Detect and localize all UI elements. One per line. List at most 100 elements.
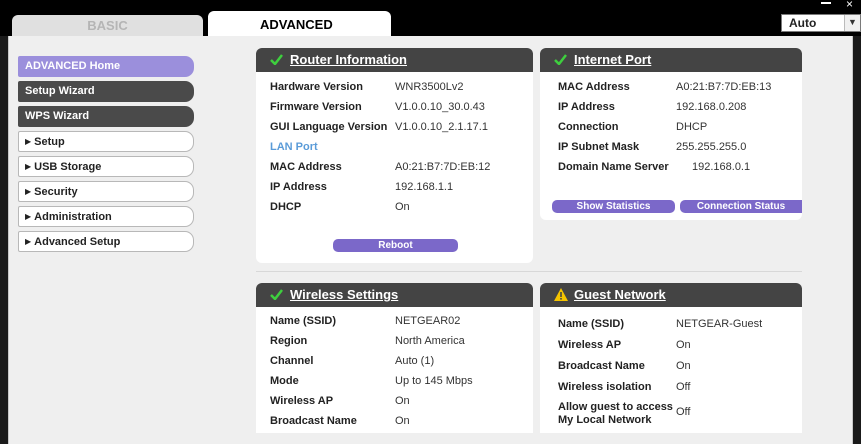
row-label: DHCP — [270, 201, 302, 213]
guest-network-header: Guest Network — [540, 283, 802, 307]
wireless-settings-title[interactable]: Wireless Settings — [290, 287, 398, 302]
internet-row-mac: MAC Address A0:21:B7:7D:EB:13 — [558, 77, 802, 97]
side-menu: ADVANCED Home Setup Wizard WPS Wizard ▶ S… — [18, 56, 194, 256]
triangle-right-icon: ▶ — [25, 237, 32, 246]
language-select[interactable]: Auto ▼ — [781, 14, 861, 32]
internet-port-panel: Internet Port MAC Address A0:21:B7:7D:EB:… — [540, 48, 802, 220]
internet-row-subnet: IP Subnet Mask 255.255.255.0 — [558, 137, 802, 157]
row-value: 192.168.0.208 — [676, 101, 747, 113]
row-value: On — [395, 415, 410, 427]
row-value: 192.168.1.1 — [395, 181, 454, 193]
guest-row-isolation: Wireless isolation Off — [558, 377, 802, 398]
row-label: IP Address — [558, 101, 615, 113]
internet-row-connection: Connection DHCP — [558, 117, 802, 137]
menu-wps-wizard[interactable]: WPS Wizard — [18, 106, 194, 127]
allow-access-label-line2: My Local Network — [558, 414, 652, 426]
triangle-right-icon: ▶ — [25, 212, 32, 221]
row-label: GUI Language Version — [270, 121, 388, 133]
show-statistics-button[interactable]: Show Statistics — [552, 200, 675, 213]
triangle-right-icon: ▶ — [25, 187, 32, 196]
row-label: Channel — [270, 355, 314, 367]
guest-row-broadcast: Broadcast Name On — [558, 356, 802, 377]
check-icon — [270, 289, 283, 300]
row-label: Name (SSID) — [270, 315, 337, 327]
row-label: Wireless AP — [270, 395, 334, 407]
row-value: Off — [676, 406, 691, 418]
warning-icon — [554, 288, 568, 301]
menu-security[interactable]: ▶ Security — [18, 181, 194, 202]
right-frame-border — [853, 36, 861, 444]
row-value: Up to 145 Mbps — [395, 375, 473, 387]
router-row-ip: IP Address 192.168.1.1 — [270, 177, 533, 197]
router-information-title[interactable]: Router Information — [290, 52, 407, 67]
guest-row-ssid: Name (SSID) NETGEAR-Guest — [558, 314, 802, 335]
menu-usb-storage[interactable]: ▶ USB Storage — [18, 156, 194, 177]
minimize-icon[interactable] — [821, 2, 831, 4]
guest-network-panel: Guest Network Name (SSID) NETGEAR-Guest W… — [540, 283, 802, 433]
row-label: Allow guest to access My Local Network — [558, 401, 673, 427]
row-value: NETGEAR02 — [395, 315, 461, 327]
wireless-settings-header: Wireless Settings — [256, 283, 533, 307]
row-value: V1.0.0.10_2.1.17.1 — [395, 121, 488, 133]
internet-port-title[interactable]: Internet Port — [574, 52, 651, 67]
connection-status-button[interactable]: Connection Status — [680, 200, 802, 213]
internet-row-dns: Domain Name Server 192.168.0.1 — [558, 157, 802, 177]
wireless-row-ssid: Name (SSID) NETGEAR02 — [270, 311, 533, 331]
left-frame-border — [0, 36, 8, 444]
wireless-settings-panel: Wireless Settings Name (SSID) NETGEAR02 R… — [256, 283, 533, 433]
menu-setup[interactable]: ▶ Setup — [18, 131, 194, 152]
row-label: Wireless isolation — [558, 381, 652, 393]
allow-access-label-line1: Allow guest to access — [558, 401, 673, 413]
menu-administration[interactable]: ▶ Administration — [18, 206, 194, 227]
tab-basic[interactable]: BASIC — [12, 15, 203, 36]
lan-port-heading: LAN Port — [270, 141, 318, 153]
row-value: On — [395, 395, 410, 407]
guest-network-title[interactable]: Guest Network — [574, 287, 666, 302]
menu-setup-wizard[interactable]: Setup Wizard — [18, 81, 194, 102]
check-icon — [554, 54, 567, 65]
language-selected-value: Auto — [789, 16, 817, 30]
triangle-right-icon: ▶ — [25, 162, 32, 171]
wireless-row-region: Region North America — [270, 331, 533, 351]
top-tab-bar: BASIC ADVANCED × Auto ▼ — [0, 0, 861, 36]
row-value: 192.168.0.1 — [692, 161, 751, 173]
internet-port-header: Internet Port — [540, 48, 802, 72]
menu-setup-label: Setup — [34, 136, 65, 148]
row-label: Region — [270, 335, 308, 347]
tab-advanced[interactable]: ADVANCED — [208, 11, 391, 36]
row-value: A0:21:B7:7D:EB:12 — [395, 161, 491, 173]
row-value: Off — [676, 381, 691, 393]
row-value: On — [395, 201, 410, 213]
reboot-button[interactable]: Reboot — [333, 239, 458, 252]
router-row-dhcp: DHCP On — [270, 197, 533, 217]
router-row-hardware: Hardware Version WNR3500Lv2 — [270, 77, 533, 97]
row-value: Auto (1) — [395, 355, 435, 367]
wireless-row-broadcast: Broadcast Name On — [270, 411, 533, 431]
row-label: IP Address — [270, 181, 327, 193]
router-information-header: Router Information — [256, 48, 533, 72]
row-value: V1.0.0.10_30.0.43 — [395, 101, 485, 113]
row-label: Hardware Version — [270, 81, 363, 93]
menu-advanced-home[interactable]: ADVANCED Home — [18, 56, 194, 77]
menu-advanced-setup-label: Advanced Setup — [34, 236, 121, 248]
row-label: MAC Address — [270, 161, 342, 173]
row-value: WNR3500Lv2 — [395, 81, 464, 93]
triangle-right-icon: ▶ — [25, 137, 32, 146]
row-value: On — [676, 339, 691, 351]
row-value: On — [676, 360, 691, 372]
row-value: NETGEAR-Guest — [676, 318, 763, 330]
wireless-row-channel: Channel Auto (1) — [270, 351, 533, 371]
row-label: Broadcast Name — [558, 360, 645, 372]
chevron-down-icon: ▼ — [844, 15, 860, 31]
row-label: Firmware Version — [270, 101, 362, 113]
row-label: Name (SSID) — [558, 318, 625, 330]
row-label: MAC Address — [558, 81, 630, 93]
close-icon[interactable]: × — [846, 0, 853, 11]
row-value: DHCP — [676, 121, 708, 133]
wireless-row-ap: Wireless AP On — [270, 391, 533, 411]
menu-advanced-setup[interactable]: ▶ Advanced Setup — [18, 231, 194, 252]
guest-row-ap: Wireless AP On — [558, 335, 802, 356]
guest-row-allow-access: Allow guest to access My Local Network Of… — [558, 398, 802, 428]
section-divider — [256, 271, 802, 272]
menu-administration-label: Administration — [34, 211, 112, 223]
